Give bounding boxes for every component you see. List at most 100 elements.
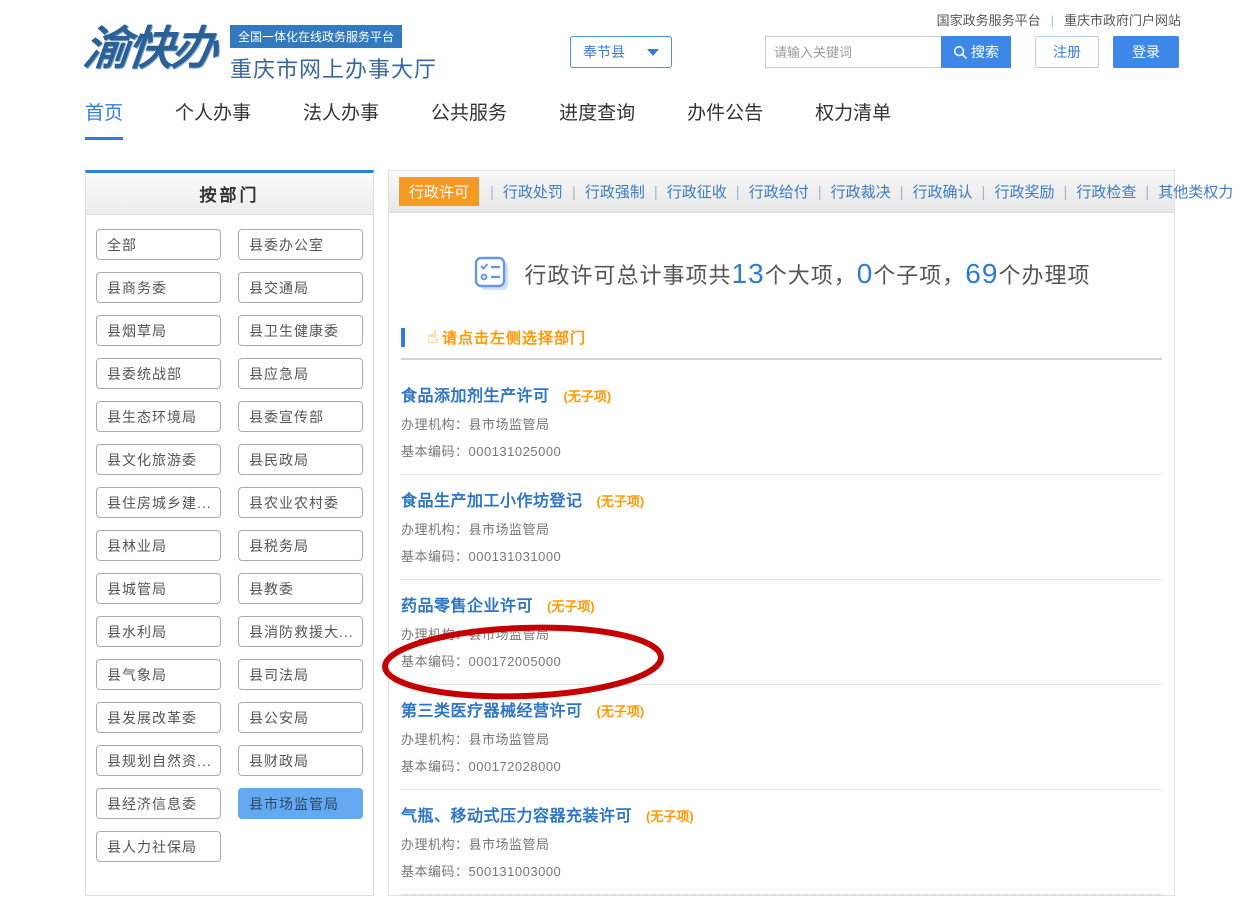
code-label: 基本编码： (401, 549, 469, 564)
service-agency-line: 办理机构：县市场监管局 (401, 624, 1162, 643)
code-value: 000172005000 (469, 654, 562, 669)
department-button[interactable]: 县水利局 (96, 616, 221, 647)
service-item: 食品添加剂生产许可 (无子项) 办理机构：县市场监管局 基本编码：0001310… (401, 370, 1162, 475)
service-item: 食品生产加工小作坊登记 (无子项) 办理机构：县市场监管局 基本编码：00013… (401, 475, 1162, 580)
service-item-tag: (无子项) (564, 386, 612, 405)
nav-item[interactable]: 进度查询 (559, 98, 635, 140)
nav-item[interactable]: 办件公告 (687, 98, 763, 140)
power-type-tab[interactable]: 行政征收 (645, 177, 727, 206)
department-button[interactable]: 县文化旅游委 (96, 444, 221, 475)
agency-label: 办理机构： (401, 522, 469, 537)
search-input[interactable] (765, 36, 941, 68)
search-button[interactable]: 搜索 (941, 36, 1011, 68)
department-button[interactable]: 县委宣传部 (238, 401, 363, 432)
department-button[interactable]: 县林业局 (96, 530, 221, 561)
department-button[interactable]: 县民政局 (238, 444, 363, 475)
hint-text: 请点击左侧选择部门 (442, 327, 586, 348)
department-button[interactable]: 县商务委 (96, 272, 221, 303)
department-button[interactable]: 县公安局 (238, 702, 363, 733)
department-button[interactable]: 县规划自然资... (96, 745, 221, 776)
site-logo: 渝快办 全国一体化在线政务服务平台 重庆市网上办事大厅 (84, 22, 437, 84)
service-item-tag: (无子项) (547, 596, 595, 615)
service-item-title[interactable]: 第三类医疗器械经营许可 (401, 697, 583, 721)
department-button[interactable]: 县司法局 (238, 659, 363, 690)
logo-wordmark: 渝快办 (81, 22, 218, 74)
department-button[interactable]: 县消防救援大... (238, 616, 363, 647)
power-type-tab[interactable]: 行政强制 (563, 177, 645, 206)
department-list: 全部县委办公室县商务委县交通局县烟草局县卫生健康委县委统战部县应急局县生态环境局… (86, 215, 373, 876)
service-item-tag: (无子项) (646, 806, 694, 825)
top-utility-links: 国家政务服务平台 | 重庆市政府门户网站 (937, 10, 1181, 29)
service-item: 药品零售企业许可 (无子项) 办理机构：县市场监管局 基本编码：00017200… (401, 580, 1162, 685)
nav-item[interactable]: 权力清单 (815, 98, 891, 140)
department-button[interactable]: 县人力社保局 (96, 831, 221, 862)
nav-item[interactable]: 首页 (85, 98, 123, 140)
major-count: 13 (732, 258, 765, 289)
power-type-tab[interactable]: 行政给付 (727, 177, 809, 206)
power-type-tab[interactable]: 行政处罚 (479, 177, 563, 206)
department-button[interactable]: 县委办公室 (238, 229, 363, 260)
power-type-tabs: 行政许可行政处罚行政强制行政征收行政给付行政裁决行政确认行政奖励行政检查其他类权… (389, 171, 1174, 213)
power-type-tab[interactable]: 行政检查 (1054, 177, 1136, 206)
code-value: 500131003000 (469, 864, 562, 879)
service-item-list: 食品添加剂生产许可 (无子项) 办理机构：县市场监管局 基本编码：0001310… (389, 360, 1174, 895)
department-button[interactable]: 县委统战部 (96, 358, 221, 389)
department-button[interactable]: 县教委 (238, 573, 363, 604)
checklist-icon (473, 255, 511, 293)
register-button[interactable]: 注册 (1035, 36, 1099, 68)
department-button[interactable]: 县生态环境局 (96, 401, 221, 432)
department-button[interactable]: 县农业农村委 (238, 487, 363, 518)
power-type-tab[interactable]: 其他类权力 (1136, 177, 1233, 206)
department-button[interactable]: 县烟草局 (96, 315, 221, 346)
department-button[interactable]: 县应急局 (238, 358, 363, 389)
agency-value: 县市场监管局 (469, 732, 550, 747)
site-title: 重庆市网上办事大厅 (230, 52, 437, 84)
department-button[interactable]: 县经济信息委 (96, 788, 221, 819)
service-item-title[interactable]: 气瓶、移动式压力容器充装许可 (401, 802, 632, 826)
summary-row: 行政许可总计事项共13个大项，0个子项，69个办理项 (389, 255, 1174, 293)
power-type-tab[interactable]: 行政裁决 (809, 177, 891, 206)
service-item-title[interactable]: 药品零售企业许可 (401, 592, 533, 616)
service-item: 气瓶、移动式压力容器充装许可 (无子项) 办理机构：县市场监管局 基本编码：50… (401, 790, 1162, 895)
login-button[interactable]: 登录 (1113, 36, 1179, 68)
region-selected-value: 奉节县 (583, 42, 625, 62)
power-type-tab[interactable]: 行政许可 (399, 177, 479, 206)
search-button-label: 搜索 (971, 42, 999, 62)
code-value: 000172028000 (469, 759, 562, 774)
nav-item[interactable]: 个人办事 (175, 98, 251, 140)
agency-label: 办理机构： (401, 417, 469, 432)
department-sidebar: 按部门 全部县委办公室县商务委县交通局县烟草局县卫生健康委县委统战部县应急局县生… (85, 170, 374, 896)
chongqing-portal-link[interactable]: 重庆市政府门户网站 (1064, 13, 1181, 28)
platform-badge: 全国一体化在线政务服务平台 (230, 25, 402, 48)
agency-label: 办理机构： (401, 627, 469, 642)
service-item-title[interactable]: 食品生产加工小作坊登记 (401, 487, 583, 511)
power-type-tab[interactable]: 行政奖励 (973, 177, 1055, 206)
department-button[interactable]: 县气象局 (96, 659, 221, 690)
department-button[interactable]: 县财政局 (238, 745, 363, 776)
summary-text: 行政许可总计事项共13个大项，0个子项，69个办理项 (525, 258, 1091, 290)
department-button[interactable]: 县卫生健康委 (238, 315, 363, 346)
nav-item[interactable]: 法人办事 (303, 98, 379, 140)
department-button[interactable]: 县税务局 (238, 530, 363, 561)
service-agency-line: 办理机构：县市场监管局 (401, 414, 1162, 433)
summary-prefix: 行政许可总计事项共 (525, 263, 732, 288)
service-code-line: 基本编码：500131003000 (401, 861, 1162, 880)
code-label: 基本编码： (401, 864, 469, 879)
handle-count: 69 (965, 258, 998, 289)
department-button[interactable]: 县城管局 (96, 573, 221, 604)
department-button[interactable]: 县住房城乡建... (96, 487, 221, 518)
department-button[interactable]: 全部 (96, 229, 221, 260)
power-type-tab[interactable]: 行政确认 (891, 177, 973, 206)
department-button[interactable]: 县交通局 (238, 272, 363, 303)
service-item-title[interactable]: 食品添加剂生产许可 (401, 382, 550, 406)
national-platform-link[interactable]: 国家政务服务平台 (937, 13, 1041, 28)
code-label: 基本编码： (401, 654, 469, 669)
department-button[interactable]: 县发展改革委 (96, 702, 221, 733)
link-separator: | (1051, 13, 1054, 28)
department-button[interactable]: 县市场监管局 (238, 788, 363, 819)
service-code-line: 基本编码：000131031000 (401, 546, 1162, 565)
nav-item[interactable]: 公共服务 (431, 98, 507, 140)
sidebar-title: 按部门 (86, 173, 373, 215)
region-selector[interactable]: 奉节县 (570, 36, 672, 68)
agency-value: 县市场监管局 (469, 627, 550, 642)
